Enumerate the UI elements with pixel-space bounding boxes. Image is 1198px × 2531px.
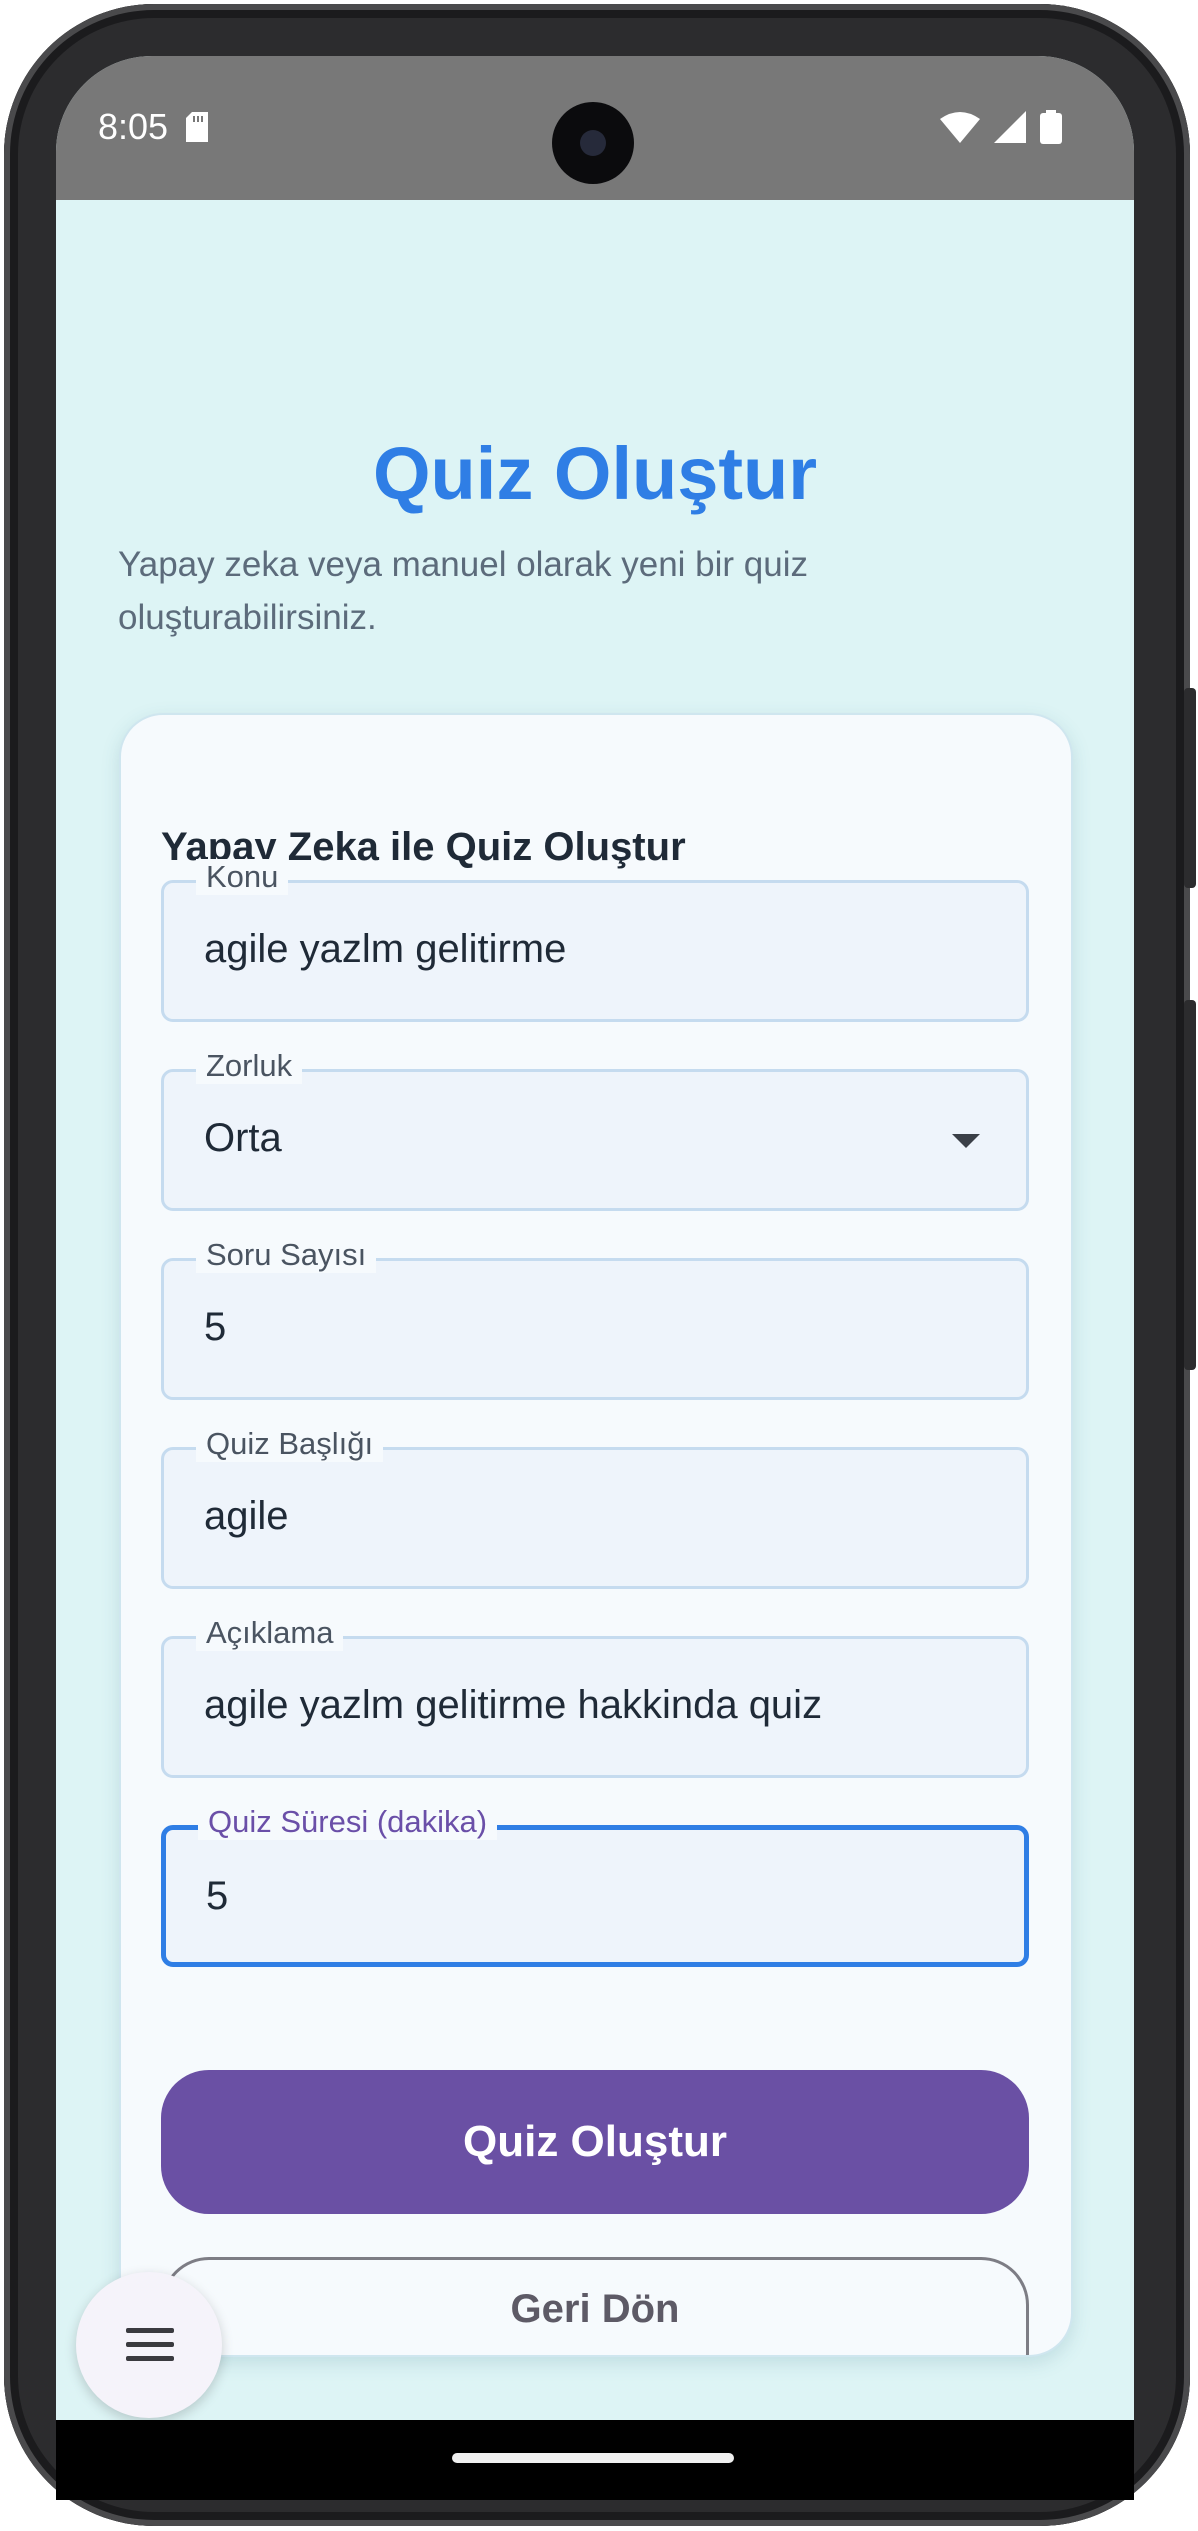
quiz-title-field[interactable]: Quiz Başlığı agile — [161, 1426, 1029, 1589]
battery-icon — [1040, 110, 1062, 144]
page-subtitle: Yapay zeka veya manuel olarak yeni bir q… — [118, 545, 809, 637]
home-indicator[interactable] — [452, 2453, 734, 2463]
chevron-down-icon[interactable] — [952, 1134, 980, 1148]
duration-label: Quiz Süresi (dakika) — [198, 1804, 498, 1840]
quiz-title-value: agile — [204, 1494, 289, 1538]
wifi-icon — [940, 112, 980, 143]
menu-icon — [126, 2328, 174, 2370]
question-count-field[interactable]: Soru Sayısı 5 — [161, 1237, 1029, 1400]
difficulty-label: Zorluk — [196, 1048, 303, 1084]
difficulty-value: Orta — [204, 1116, 282, 1160]
question-count-label: Soru Sayısı — [196, 1237, 377, 1273]
duration-value: 5 — [206, 1874, 229, 1918]
signal-icon — [994, 111, 1026, 143]
status-bar: 8:05 — [56, 56, 1134, 200]
topic-value: agile yazlm gelitirme — [204, 927, 567, 971]
back-button[interactable]: Geri Dön — [161, 2257, 1029, 2355]
question-count-value: 5 — [204, 1305, 227, 1349]
difficulty-select[interactable]: Zorluk Orta — [161, 1048, 1029, 1211]
description-value: agile yazlm gelitirme hakkinda quiz — [204, 1683, 823, 1727]
volume-button — [1184, 1000, 1196, 1370]
description-label: Açıklama — [196, 1615, 344, 1651]
duration-field[interactable]: Quiz Süresi (dakika) 5 — [161, 1804, 1029, 1967]
power-button — [1184, 688, 1196, 888]
screen: 8:05 Quiz Oluştur Yapay zeka veya manuel… — [56, 56, 1134, 2420]
description-field[interactable]: Açıklama agile yazlm gelitirme hakkinda … — [161, 1615, 1029, 1778]
create-quiz-button[interactable]: Quiz Oluştur — [161, 2070, 1029, 2214]
front-camera — [552, 102, 634, 184]
sd-card-icon — [186, 112, 208, 142]
ai-quiz-card: Yapay Zeka ile Quiz Oluştur Konu agile y… — [119, 713, 1073, 2357]
menu-fab[interactable] — [76, 2272, 222, 2418]
page-title: Quiz Oluştur — [373, 432, 817, 515]
quiz-title-label: Quiz Başlığı — [196, 1426, 384, 1462]
status-time: 8:05 — [98, 106, 169, 147]
topic-field[interactable]: Konu agile yazlm gelitirme — [161, 859, 1029, 1022]
topic-label: Konu — [196, 859, 289, 895]
